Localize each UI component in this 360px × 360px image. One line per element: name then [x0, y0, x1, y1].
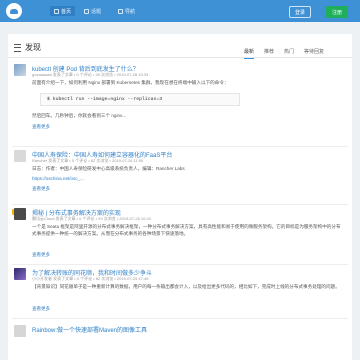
list-item: 中国人寿保险：中国人寿如何建立容器化的FaaS平台 Rancher 发表了文章 …: [12, 148, 348, 210]
tabs-divider: [8, 57, 352, 58]
login-button[interactable]: 登录: [289, 6, 311, 18]
code-block: $ kubectl run --image=nginx --replicas=3: [40, 93, 240, 106]
list-item: kubectl 创建 Pod 背后到底发生了什么？ gozaaaaad 发表了文…: [12, 62, 348, 154]
register-button[interactable]: 注册: [326, 6, 348, 18]
read-more-link[interactable]: 查看更多: [32, 124, 50, 130]
avatar[interactable]: [14, 64, 26, 76]
item-body: 一个是 Seata 框架是阿里开源的分布式事务解决框架，一种分布式事务解决方案，…: [32, 224, 341, 236]
discover-panel: 发现 最新 推荐 热门 等待回复 kubectl 创建 Pod 背后到底发生了什…: [8, 34, 352, 360]
item-link[interactable]: https://oschina.net/osc_...: [32, 176, 84, 181]
nav-topics-label: 话题: [91, 8, 102, 15]
nav-guide[interactable]: 导航: [118, 6, 135, 16]
top-navbar: 首页 话题 导航 登录 注册: [0, 0, 360, 22]
list-icon: [14, 43, 21, 52]
home-icon: [54, 8, 59, 14]
list-item: 揭秘 | 分布式事务解决方案的实现 腾讯云Cloud 发表了文章 • 0 个评论…: [12, 206, 348, 272]
avatar[interactable]: [14, 325, 26, 337]
divider: [12, 146, 348, 147]
item-body: 日志：作者：中国人寿保险研发中心高级系统负责人，编辑：Rancher Labs: [32, 166, 185, 171]
item-body-after: 然后回车。几秒钟后，你就会看到三个 nginx...: [32, 113, 127, 118]
read-more-link[interactable]: 查看更多: [32, 252, 50, 258]
divider: [12, 318, 348, 319]
nav-topics[interactable]: 话题: [84, 6, 101, 16]
page-title: 发现: [14, 42, 41, 53]
nav-home[interactable]: 首页: [50, 6, 76, 16]
item-body: 前面有介绍一下，如何利用 Nginx 部署到 Kubernetes 集群，我现在…: [32, 80, 229, 85]
nav-home-label: 首页: [61, 8, 72, 15]
divider: [12, 204, 348, 205]
nav-guide-label: 导航: [125, 8, 136, 15]
avatar[interactable]: [14, 268, 26, 280]
page-title-text: 发现: [25, 43, 41, 52]
avatar[interactable]: [14, 150, 26, 162]
avatar[interactable]: [14, 208, 26, 220]
topics-icon: [84, 8, 89, 14]
cloud-logo-icon[interactable]: [6, 3, 22, 19]
item-meta: 腾讯云Cloud 发表了文章 • 0 个评论 • 93 次浏览 • 2019-0…: [32, 216, 151, 221]
item-meta: gozaaaaad 发表了文章 • 0 个评论 • 49 次浏览 • 2019-…: [32, 72, 149, 77]
read-more-link[interactable]: 查看更多: [32, 186, 50, 192]
item-meta: 小小开发者 发表了文章 • 0 个评论 • 82 次浏览 • 2019-07-2…: [32, 276, 149, 281]
read-more-link[interactable]: 查看更多: [32, 306, 50, 312]
divider: [12, 264, 348, 265]
compass-icon: [118, 8, 123, 14]
item-title[interactable]: Rainbow:做一个快速部署Maven的图像工具: [32, 325, 147, 334]
item-body: 【背景知识】同花顺单子是一种重新计算的数据，用户的每一条输出都会计入，以及给出更…: [32, 284, 340, 289]
list-item: Rainbow:做一个快速部署Maven的图像工具: [12, 323, 348, 353]
item-meta: Rancher 发表了文章 • 0 个评论 • 82 次浏览 • 2019-07…: [32, 158, 144, 163]
